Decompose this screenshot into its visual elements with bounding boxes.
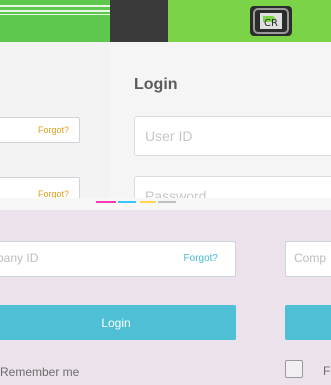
front-login-window: CR Login User ID Password	[110, 0, 331, 216]
front-window-header	[110, 0, 331, 42]
back-window-header	[0, 0, 116, 42]
back-company-field[interactable]: Forgot?	[0, 117, 80, 143]
company-id-input[interactable]: pany ID Forgot?	[0, 241, 236, 277]
back-login-window: Forgot? Forgot?	[0, 0, 116, 210]
remember-me-label[interactable]: Remember me	[0, 365, 79, 379]
user-id-input[interactable]: User ID	[134, 116, 331, 156]
right-option-label[interactable]: F	[323, 364, 330, 378]
login-button-label: Login	[101, 315, 131, 330]
header-dark-block	[110, 0, 168, 42]
render-artifact	[140, 201, 156, 203]
company-id-input-right[interactable]: Comp	[285, 241, 331, 277]
render-artifact	[158, 201, 176, 203]
bottom-login-form: pany ID Forgot? Comp Login Remember me F	[0, 210, 331, 385]
svg-text:CR: CR	[264, 18, 278, 29]
render-artifact	[96, 201, 116, 203]
forgot-link[interactable]: Forgot?	[38, 125, 69, 135]
company-id-placeholder-right: Comp	[294, 251, 327, 265]
user-id-placeholder: User ID	[145, 128, 193, 144]
cr-logo-icon-graphic: CR	[253, 8, 289, 34]
render-artifact	[118, 201, 136, 203]
login-button[interactable]: Login	[0, 305, 236, 340]
forgot-link[interactable]: Forgot?	[184, 253, 218, 264]
remember-me-checkbox[interactable]	[285, 360, 303, 378]
company-id-placeholder: pany ID	[0, 251, 39, 265]
login-button-right[interactable]	[285, 305, 331, 340]
page-title: Login	[134, 76, 178, 93]
cr-logo-icon: CR	[250, 6, 292, 36]
